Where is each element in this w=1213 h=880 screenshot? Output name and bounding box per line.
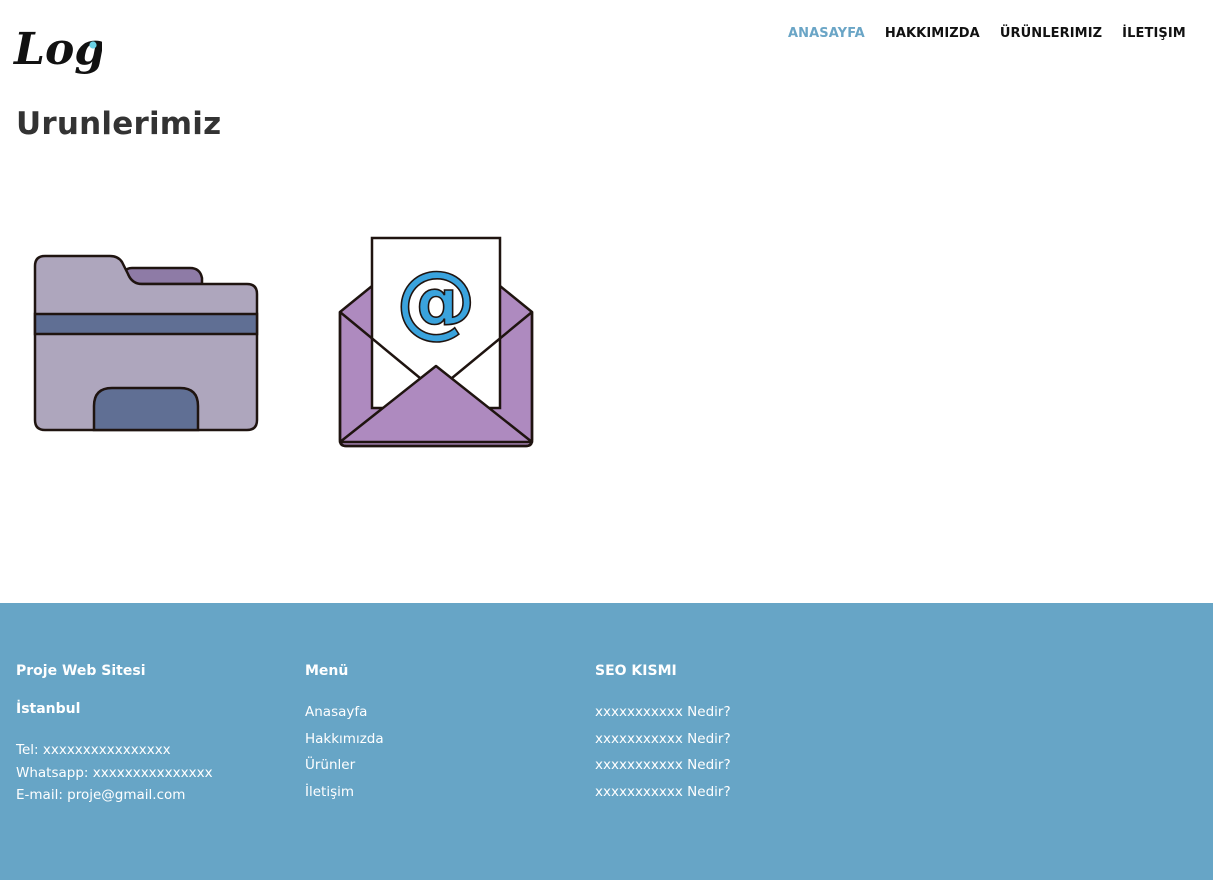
footer-email: E-mail: proje@gmail.com bbox=[16, 787, 186, 803]
nav-item-iletisim[interactable]: İLETIŞIM bbox=[1122, 26, 1186, 41]
footer-whatsapp: Whatsapp: xxxxxxxxxxxxxxx bbox=[16, 764, 213, 781]
footer-seo-links: xxxxxxxxxxx Nedir? xxxxxxxxxxx Nedir? xx… bbox=[595, 699, 731, 805]
product-email[interactable]: @ bbox=[334, 232, 538, 454]
site-footer: Proje Web Sitesi İstanbul Tel: xxxxxxxxx… bbox=[0, 603, 1213, 880]
svg-text:Logo: Logo bbox=[12, 24, 102, 75]
page-title: Urunlerimiz bbox=[16, 106, 222, 142]
footer-seo-link[interactable]: xxxxxxxxxxx Nedir? bbox=[595, 699, 731, 726]
product-folder[interactable] bbox=[28, 248, 264, 438]
footer-seo-link[interactable]: xxxxxxxxxxx Nedir? bbox=[595, 752, 731, 779]
footer-link-hakkimizda[interactable]: Hakkımızda bbox=[305, 726, 384, 753]
nav-item-anasayfa[interactable]: ANASAYFA bbox=[788, 26, 865, 41]
footer-site-title: Proje Web Sitesi bbox=[16, 663, 146, 679]
footer-link-urunler[interactable]: Ürünler bbox=[305, 752, 384, 779]
footer-contact-info: Tel: xxxxxxxxxxxxxxxx Whatsapp: xxxxxxxx… bbox=[16, 739, 213, 807]
footer-link-anasayfa[interactable]: Anasayfa bbox=[305, 699, 384, 726]
folder-icon bbox=[33, 254, 259, 432]
footer-link-iletisim[interactable]: İletişim bbox=[305, 779, 384, 806]
nav-item-urunlerimiz[interactable]: ÜRÜNLERIMIZ bbox=[1000, 26, 1102, 41]
footer-city: İstanbul bbox=[16, 701, 81, 717]
footer-seo-title: SEO KISMI bbox=[595, 663, 677, 679]
footer-contact-column: Proje Web Sitesi İstanbul Tel: xxxxxxxxx… bbox=[16, 661, 213, 807]
footer-seo-link[interactable]: xxxxxxxxxxx Nedir? bbox=[595, 779, 731, 806]
footer-seo-link[interactable]: xxxxxxxxxxx Nedir? bbox=[595, 726, 731, 753]
footer-menu-title: Menü bbox=[305, 663, 349, 679]
nav-item-hakkimizda[interactable]: HAKKIMIZDA bbox=[885, 26, 980, 41]
site-header: Logo ANASAYFA HAKKIMIZDA ÜRÜNLERIMIZ İLE… bbox=[0, 0, 1213, 100]
footer-menu-links: Anasayfa Hakkımızda Ürünler İletişim bbox=[305, 699, 384, 805]
logo[interactable]: Logo bbox=[12, 6, 102, 94]
email-envelope-icon: @ bbox=[338, 236, 534, 448]
footer-seo-column: SEO KISMI xxxxxxxxxxx Nedir? xxxxxxxxxxx… bbox=[595, 661, 731, 805]
svg-text:@: @ bbox=[396, 254, 476, 347]
main-nav: ANASAYFA HAKKIMIZDA ÜRÜNLERIMIZ İLETIŞIM bbox=[788, 26, 1186, 41]
footer-menu-column: Menü Anasayfa Hakkımızda Ürünler İletişi… bbox=[305, 661, 384, 805]
footer-tel: Tel: xxxxxxxxxxxxxxxx bbox=[16, 742, 171, 758]
